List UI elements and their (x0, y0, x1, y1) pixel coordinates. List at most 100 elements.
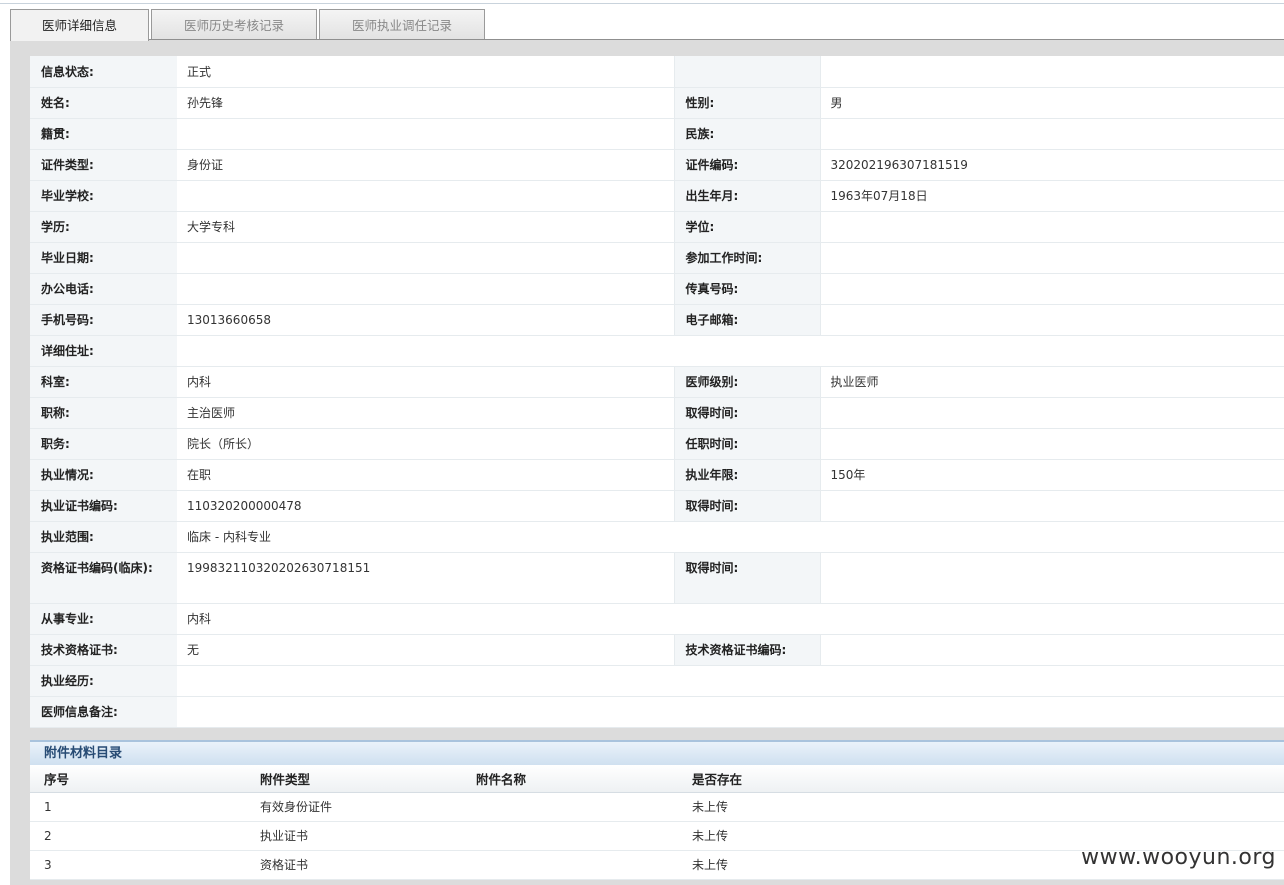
tech-cert-label: 技术资格证书: (30, 634, 177, 666)
practice-years-label: 执业年限: (673, 459, 820, 491)
school-value (177, 180, 674, 212)
detail-row: 学历: 大学专科 学位: (30, 211, 1284, 243)
name-label: 姓名: (30, 87, 177, 119)
position-value: 院长（所长） (177, 428, 674, 460)
practice-status-label: 执业情况: (30, 459, 177, 491)
education-label: 学历: (30, 211, 177, 243)
physician-level-value: 执业医师 (819, 366, 1284, 398)
detail-row: 毕业日期: 参加工作时间: (30, 242, 1284, 274)
id-number-label: 证件编码: (673, 149, 820, 181)
school-label: 毕业学校: (30, 180, 177, 212)
tab-physician-details[interactable]: 医师详细信息 (10, 9, 149, 41)
qualification-date-value (819, 552, 1284, 604)
row-exists: 未上传 (678, 792, 1284, 822)
row-name (462, 850, 678, 880)
detail-row: 执业证书编码: 110320200000478 取得时间: (30, 490, 1284, 522)
row-type: 执业证书 (246, 821, 462, 851)
tab-underline (148, 39, 1284, 40)
department-label: 科室: (30, 366, 177, 398)
grad-date-value (177, 242, 674, 274)
office-phone-label: 办公电话: (30, 273, 177, 305)
col-header-no: 序号 (30, 765, 246, 793)
id-number-value: 320202196307181519 (819, 149, 1284, 181)
detail-row: 职称: 主治医师 取得时间: (30, 397, 1284, 429)
title-label: 职称: (30, 397, 177, 429)
position-date-label: 任职时间: (673, 428, 820, 460)
detail-row: 资格证书编码(临床): 199832110320202630718151 取得时… (30, 552, 1284, 604)
tab-assessment-history[interactable]: 医师历史考核记录 (151, 9, 317, 40)
license-date-value (819, 490, 1284, 522)
attachments-header-row: 序号 附件类型 附件名称 是否存在 (30, 765, 1284, 793)
detail-row: 毕业学校: 出生年月: 1963年07月18日 (30, 180, 1284, 212)
id-type-value: 身份证 (177, 149, 674, 181)
detail-row: 执业经历: (30, 665, 1284, 697)
col-header-name: 附件名称 (462, 765, 678, 793)
mobile-label: 手机号码: (30, 304, 177, 336)
title-date-value (819, 397, 1284, 429)
detail-row: 姓名: 孙先锋 性别: 男 (30, 87, 1284, 119)
native-place-label: 籍贯: (30, 118, 177, 150)
practice-scope-label: 执业范围: (30, 521, 177, 553)
work-start-label: 参加工作时间: (673, 242, 820, 274)
gender-value: 男 (819, 87, 1284, 119)
qualification-date-label: 取得时间: (673, 552, 820, 604)
detail-row: 医师信息备注: (30, 696, 1284, 728)
license-no-label: 执业证书编码: (30, 490, 177, 522)
title-date-label: 取得时间: (673, 397, 820, 429)
physician-detail-table: 信息状态: 正式 姓名: 孙先锋 性别: 男 籍贯: 民族: 证件类型: 身份证… (30, 56, 1284, 728)
license-no-value: 110320200000478 (177, 490, 674, 522)
detail-row: 从事专业: 内科 (30, 603, 1284, 635)
empty-value (819, 56, 1284, 88)
fax-value (819, 273, 1284, 305)
info-status-value: 正式 (177, 56, 674, 88)
detail-row: 信息状态: 正式 (30, 56, 1284, 88)
gender-label: 性别: (673, 87, 820, 119)
detail-row: 详细住址: (30, 335, 1284, 367)
row-no: 2 (30, 821, 246, 851)
degree-value (819, 211, 1284, 243)
detail-row: 办公电话: 传真号码: (30, 273, 1284, 305)
row-type: 有效身份证件 (246, 792, 462, 822)
remarks-value (177, 696, 1284, 728)
tech-cert-no-label: 技术资格证书编码: (673, 634, 820, 666)
name-value: 孙先锋 (177, 87, 674, 119)
qualification-no-label: 资格证书编码(临床): (30, 552, 177, 604)
row-type: 资格证书 (246, 850, 462, 880)
practice-years-value: 150年 (819, 459, 1284, 491)
degree-label: 学位: (673, 211, 820, 243)
table-row: 1 有效身份证件 未上传 (30, 792, 1284, 822)
detail-row: 技术资格证书: 无 技术资格证书编码: (30, 634, 1284, 666)
title-value: 主治医师 (177, 397, 674, 429)
detail-row: 籍贯: 民族: (30, 118, 1284, 150)
tech-cert-value: 无 (177, 634, 674, 666)
col-header-exists: 是否存在 (678, 765, 1284, 793)
top-divider (0, 3, 1284, 4)
position-date-value (819, 428, 1284, 460)
birth-value: 1963年07月18日 (819, 180, 1284, 212)
experience-value (177, 665, 1284, 697)
watermark: www.wooyun.org (1081, 845, 1276, 870)
detail-row: 证件类型: 身份证 证件编码: 320202196307181519 (30, 149, 1284, 181)
detail-row: 执业情况: 在职 执业年限: 150年 (30, 459, 1284, 491)
tab-transfer-history[interactable]: 医师执业调任记录 (319, 9, 485, 40)
grad-date-label: 毕业日期: (30, 242, 177, 274)
office-phone-value (177, 273, 674, 305)
email-label: 电子邮箱: (673, 304, 820, 336)
work-start-value (819, 242, 1284, 274)
ethnicity-label: 民族: (673, 118, 820, 150)
address-value (177, 335, 1284, 367)
col-header-type: 附件类型 (246, 765, 462, 793)
info-status-label: 信息状态: (30, 56, 177, 88)
ethnicity-value (819, 118, 1284, 150)
fax-label: 传真号码: (673, 273, 820, 305)
address-label: 详细住址: (30, 335, 177, 367)
remarks-label: 医师信息备注: (30, 696, 177, 728)
practice-scope-value: 临床 - 内科专业 (177, 521, 1284, 553)
tech-cert-no-value (819, 634, 1284, 666)
native-place-value (177, 118, 674, 150)
birth-label: 出生年月: (673, 180, 820, 212)
qualification-no-value: 199832110320202630718151 (177, 552, 674, 604)
empty-label (673, 56, 820, 88)
id-type-label: 证件类型: (30, 149, 177, 181)
practice-status-value: 在职 (177, 459, 674, 491)
